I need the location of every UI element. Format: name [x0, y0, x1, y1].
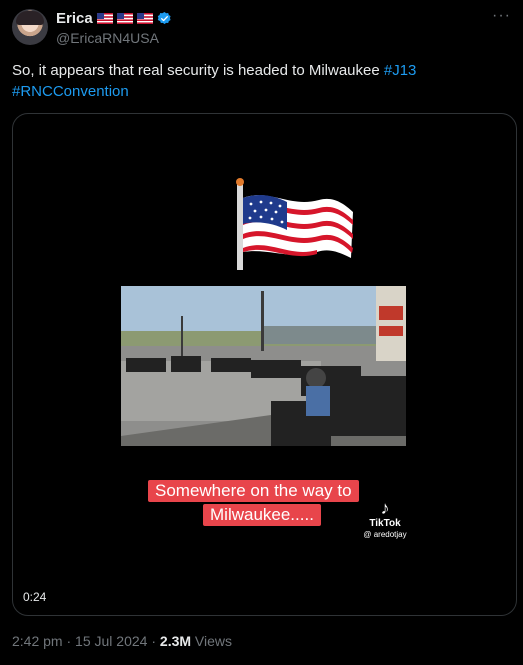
tweet-header: Erica @EricaRN4USA ···: [12, 8, 513, 49]
video-caption-line-1: Somewhere on the way to: [148, 480, 359, 502]
hashtag-rncconvention[interactable]: #RNCConvention: [12, 83, 129, 100]
hashtag-j13[interactable]: #J13: [384, 62, 417, 79]
tiktok-username: @ aredotjay: [363, 530, 407, 539]
flag-us-icon: [96, 13, 113, 24]
flag-us-icon: [136, 13, 153, 24]
tiktok-logo-icon: ♪: [380, 498, 390, 518]
verified-badge-icon: [157, 11, 171, 25]
tiktok-watermark: ♪ TikTok @ aredotjay: [355, 498, 415, 540]
street-scene-image: [121, 286, 406, 446]
video-frame: [121, 286, 406, 446]
tweet-time[interactable]: 2:42 pm: [12, 633, 63, 649]
tweet-date[interactable]: 15 Jul 2024: [75, 633, 147, 649]
video-player[interactable]: Somewhere on the way to Milwaukee..... ♪…: [12, 113, 517, 616]
tweet-text: So, it appears that real security is hea…: [12, 60, 482, 102]
video-duration: 0:24: [23, 590, 47, 604]
avatar[interactable]: [12, 9, 48, 45]
tweet-meta: 2:42 pm · 15 Jul 2024 · 2.3M Views: [12, 633, 232, 649]
tweet-body: So, it appears that real security is hea…: [12, 62, 384, 79]
author-handle[interactable]: @EricaRN4USA: [56, 30, 159, 46]
video-caption-line-2: Milwaukee.....: [203, 504, 321, 526]
avatar-hair: [16, 11, 44, 25]
meta-separator: ·: [66, 633, 72, 649]
meta-separator: ·: [151, 633, 157, 649]
views-count: 2.3M: [159, 633, 192, 649]
flag-us-icon: [116, 13, 133, 24]
author-name[interactable]: Erica: [56, 10, 93, 27]
waving-flag-image: [236, 178, 353, 270]
views-label: Views: [194, 633, 233, 649]
more-options-icon[interactable]: ···: [492, 8, 511, 24]
tiktok-label: TikTok: [369, 518, 401, 529]
author-name-row: Erica: [56, 10, 172, 27]
